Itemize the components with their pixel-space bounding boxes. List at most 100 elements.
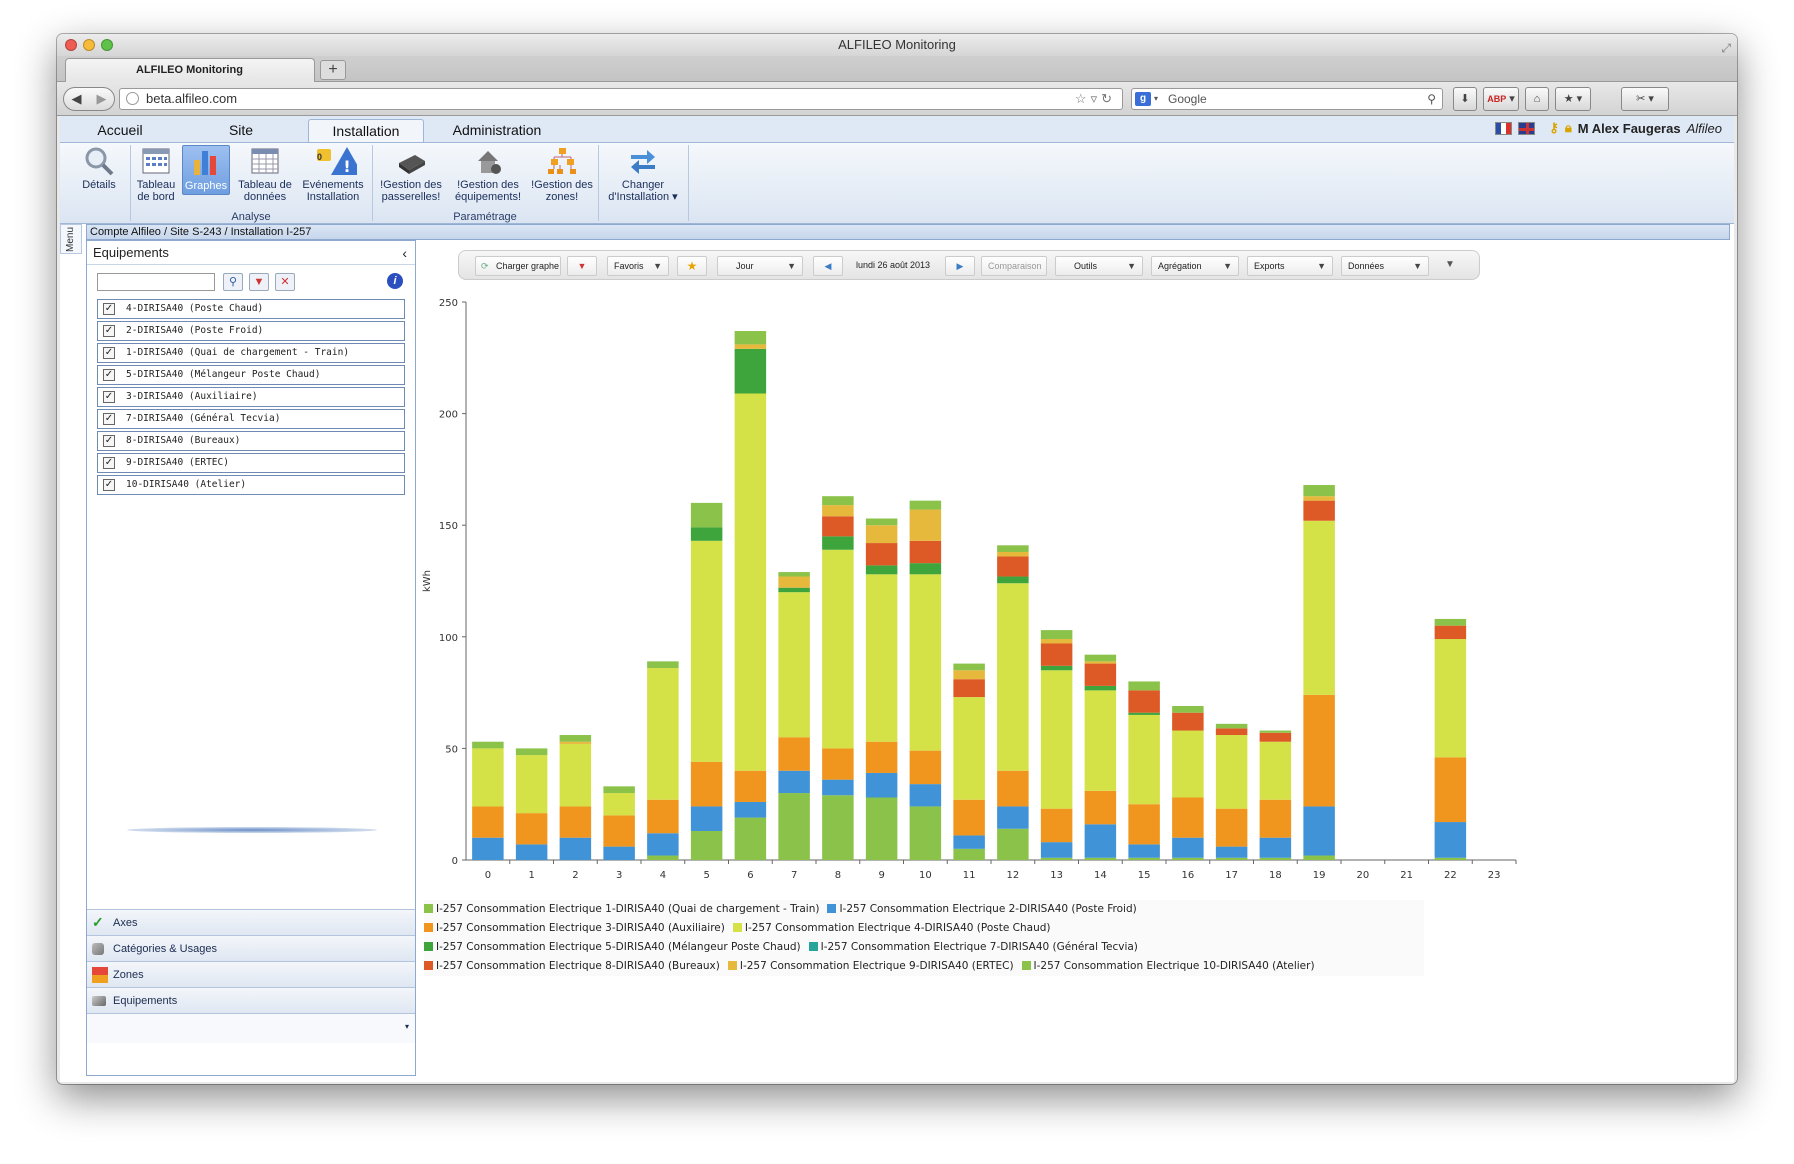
graphes-button[interactable]: Graphes xyxy=(182,145,230,195)
exports-select[interactable]: Exports ▼ xyxy=(1247,256,1333,276)
comparison-button[interactable]: Comparaison xyxy=(981,256,1047,276)
checkbox[interactable]: ✓ xyxy=(103,457,115,469)
collapse-panel-icon[interactable]: ‹ xyxy=(402,241,407,265)
legend-item[interactable]: I-257 Consommation Electrique 7-DIRISA40… xyxy=(808,938,1138,957)
checkbox[interactable]: ✓ xyxy=(103,479,115,491)
tab-site[interactable]: Site xyxy=(186,119,296,142)
gateways-button[interactable]: !Gestion des passerelles! xyxy=(376,145,446,203)
bookmarks-button[interactable]: ★ ▾ xyxy=(1555,87,1591,111)
home-button[interactable]: ⌂ xyxy=(1525,87,1549,111)
data-select[interactable]: Données ▼ xyxy=(1341,256,1429,276)
list-item[interactable]: ✓ 10-DIRISA40 (Atelier) xyxy=(97,475,405,495)
lock-icon[interactable]: 🔒︎ xyxy=(1565,120,1572,136)
checkbox[interactable]: ✓ xyxy=(103,325,115,337)
url-dropdown-icon[interactable]: ▿ xyxy=(1091,91,1102,106)
remove-filter-button[interactable]: ▼ xyxy=(567,256,597,276)
adblock-button[interactable]: ABP ▾ xyxy=(1483,87,1519,111)
back-icon[interactable]: ◀ xyxy=(72,88,82,110)
add-favorite-button[interactable]: ★ xyxy=(677,256,707,276)
zoom-window-button[interactable] xyxy=(101,39,113,51)
accordion-equipements[interactable]: Equipements xyxy=(87,987,415,1013)
minimize-window-button[interactable] xyxy=(83,39,95,51)
list-item[interactable]: ✓ 5-DIRISA40 (Mélangeur Poste Chaud) xyxy=(97,365,405,385)
dashboard-button[interactable]: Tableau de bord xyxy=(133,145,179,203)
arrow-right-icon: ▶ xyxy=(956,261,964,271)
more-options-icon[interactable]: ▼ xyxy=(1445,256,1455,274)
checkbox[interactable]: ✓ xyxy=(103,303,115,315)
checkbox[interactable]: ✓ xyxy=(103,347,115,359)
events-button[interactable]: ! 0 Evénements Installation xyxy=(298,145,368,203)
browser-tab[interactable]: ALFILEO Monitoring xyxy=(65,58,315,82)
search-input[interactable]: g ▾ Google ⚲ xyxy=(1131,88,1443,110)
forward-icon[interactable]: ▶ xyxy=(97,88,107,110)
flag-fr-icon[interactable] xyxy=(1495,121,1513,135)
x-tick-label: 12 xyxy=(1007,870,1020,881)
tab-installation[interactable]: Installation xyxy=(308,119,424,142)
tab-administration[interactable]: Administration xyxy=(432,119,562,142)
tab-accueil[interactable]: Accueil xyxy=(70,119,170,142)
data-label: Données xyxy=(1348,261,1385,271)
reload-icon[interactable]: ↻ xyxy=(1101,91,1116,106)
bar-segment-2 xyxy=(1259,837,1292,858)
bar-segment-4 xyxy=(1040,670,1073,809)
checkbox[interactable]: ✓ xyxy=(103,391,115,403)
list-item[interactable]: ✓ 2-DIRISA40 (Poste Froid) xyxy=(97,321,405,341)
legend-item[interactable]: I-257 Consommation Electrique 4-DIRISA40… xyxy=(732,919,1051,938)
alfileo-app: Accueil Site Installation Administration… xyxy=(60,116,1734,1082)
y-axis-label: kWh xyxy=(422,570,433,592)
search-icon[interactable]: ⚲ xyxy=(223,273,243,291)
flag-en-icon[interactable] xyxy=(1518,121,1536,135)
equipment-mgmt-button[interactable]: !Gestion des équipements! xyxy=(448,145,528,203)
data-table-button[interactable]: Tableau de données xyxy=(234,145,296,203)
list-item[interactable]: ✓ 8-DIRISA40 (Bureaux) xyxy=(97,431,405,451)
checkbox[interactable]: ✓ xyxy=(103,369,115,381)
user-name[interactable]: M Alex Faugeras xyxy=(1578,121,1681,136)
tools-button[interactable]: ✂ ▾ xyxy=(1621,87,1669,111)
chevron-down-icon[interactable]: ▾ xyxy=(405,1014,409,1040)
legend-item[interactable]: I-257 Consommation Electrique 2-DIRISA40… xyxy=(827,900,1137,919)
details-button[interactable]: Détails xyxy=(76,145,122,191)
period-select[interactable]: Jour ▼ xyxy=(717,256,803,276)
list-item[interactable]: ✓ 9-DIRISA40 (ERTEC) xyxy=(97,453,405,473)
equipment-search-input[interactable] xyxy=(97,273,215,291)
tools-select[interactable]: Outils ▼ xyxy=(1055,256,1143,276)
equipment-label: 5-DIRISA40 (Mélangeur Poste Chaud) xyxy=(126,369,321,380)
downloads-button[interactable]: ⬇ xyxy=(1453,87,1477,111)
list-item[interactable]: ✓ 7-DIRISA40 (Général Tecvia) xyxy=(97,409,405,429)
legend-item[interactable]: I-257 Consommation Electrique 5-DIRISA40… xyxy=(424,938,801,957)
accordion-zones[interactable]: Zones xyxy=(87,961,415,987)
zones-mgmt-button[interactable]: !Gestion des zones! xyxy=(530,145,594,203)
legend-item[interactable]: I-257 Consommation Electrique 8-DIRISA40… xyxy=(424,957,720,976)
legend-item[interactable]: I-257 Consommation Electrique 10-DIRISA4… xyxy=(1021,957,1315,976)
bar-segment-2 xyxy=(997,806,1029,829)
new-tab-button[interactable]: + xyxy=(320,60,346,80)
checkbox[interactable]: ✓ xyxy=(103,435,115,447)
checkbox[interactable]: ✓ xyxy=(103,413,115,425)
side-menu-toggle[interactable]: Menu xyxy=(60,224,82,254)
legend-item[interactable]: I-257 Consommation Electrique 3-DIRISA40… xyxy=(424,919,725,938)
close-window-button[interactable] xyxy=(65,39,77,51)
aggregation-select[interactable]: Agrégation ▼ xyxy=(1151,256,1239,276)
list-item[interactable]: ✓ 3-DIRISA40 (Auxiliaire) xyxy=(97,387,405,407)
previous-day-button[interactable]: ◀ xyxy=(813,256,843,276)
bookmark-star-icon[interactable]: ☆ xyxy=(1075,91,1091,106)
chart-area: ⟳ Charger graphe ▼ Favoris ▼ ★ Jour ▼ ◀ lu… xyxy=(416,240,1730,1076)
clear-filter-icon[interactable]: ✕ xyxy=(275,273,295,291)
favorites-select[interactable]: Favoris ▼ xyxy=(607,256,669,276)
google-icon[interactable]: g xyxy=(1135,92,1151,106)
accordion-categories[interactable]: Catégories & Usages xyxy=(87,935,415,961)
next-day-button[interactable]: ▶ xyxy=(945,256,975,276)
search-icon[interactable]: ⚲ xyxy=(1427,89,1436,109)
search-dropdown-icon[interactable]: ▾ xyxy=(1154,89,1158,109)
info-icon[interactable]: i xyxy=(387,273,403,289)
list-item[interactable]: ✓ 1-DIRISA40 (Quai de chargement - Train) xyxy=(97,343,405,363)
accordion-axes[interactable]: ✓ Axes xyxy=(87,909,415,935)
url-bar[interactable]: beta.alfileo.com ☆▿↻ xyxy=(119,88,1123,110)
change-installation-button[interactable]: Changer d'Installation ▾ xyxy=(602,145,684,203)
filter-icon[interactable]: ▼ xyxy=(249,273,269,291)
list-item[interactable]: ✓ 4-DIRISA40 (Poste Chaud) xyxy=(97,299,405,319)
legend-item[interactable]: I-257 Consommation Electrique 1-DIRISA40… xyxy=(424,900,819,919)
load-graph-button[interactable]: ⟳ Charger graphe xyxy=(475,256,561,276)
legend-item[interactable]: I-257 Consommation Electrique 9-DIRISA40… xyxy=(727,957,1014,976)
key-icon[interactable]: ⚷ xyxy=(1549,120,1559,136)
